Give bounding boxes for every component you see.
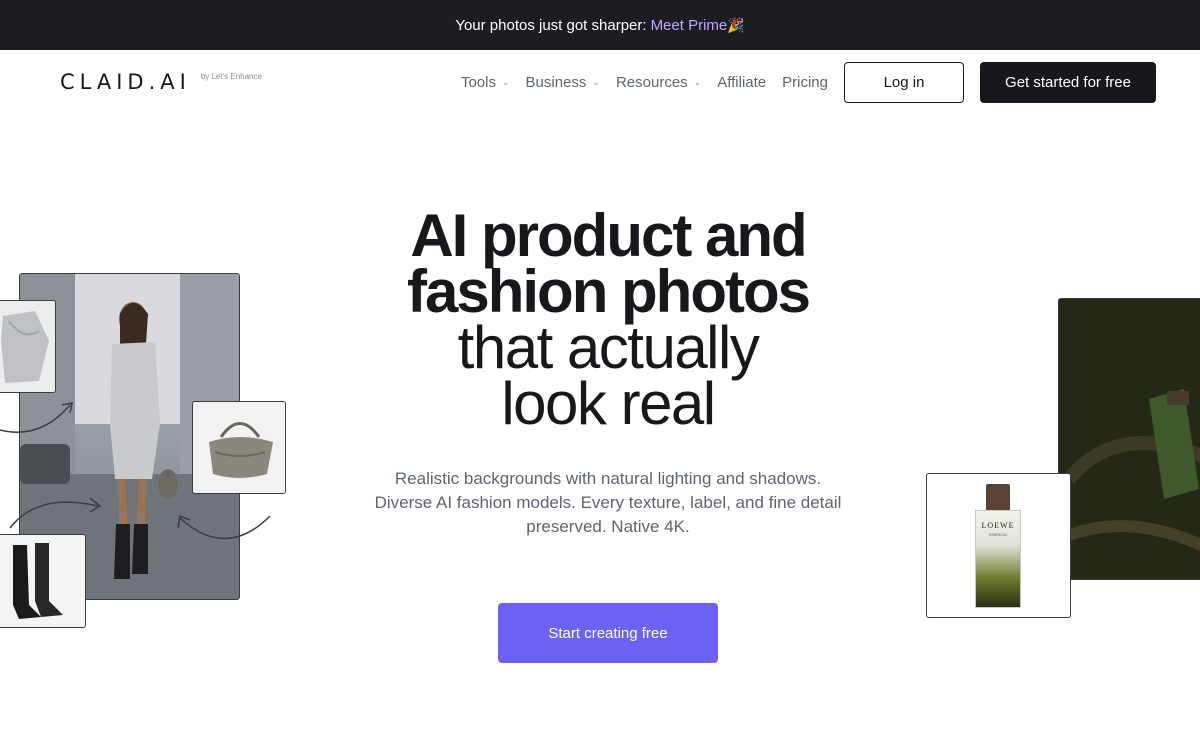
- hero-title: AI product and fashion photos that actua…: [340, 202, 876, 437]
- hero-subtitle: Realistic backgrounds with natural light…: [374, 469, 842, 536]
- chevron-down-icon: ⌄: [502, 76, 510, 87]
- logo-byline: by Let's Enhance: [200, 72, 262, 81]
- nav-item-tools[interactable]: Tools ⌄: [461, 74, 510, 91]
- announcement-text: Your photos just got sharper:: [455, 16, 647, 34]
- hero-title-line: look real: [501, 370, 716, 437]
- top-garment-thumbnail: [0, 300, 56, 393]
- nav-item-resources[interactable]: Resources ⌄: [616, 74, 701, 91]
- party-popper-icon: 🎉: [727, 16, 745, 33]
- start-creating-button[interactable]: Start creating free: [498, 603, 718, 663]
- meet-prime-link[interactable]: Meet Prime: [651, 17, 728, 34]
- chevron-down-icon: ⌄: [693, 76, 702, 87]
- get-started-button[interactable]: Get started for free: [980, 61, 1156, 103]
- logo[interactable]: CLAID.AI by Let's Enhance: [60, 70, 262, 94]
- arrow-icon: [0, 402, 73, 433]
- announcement-bar: Your photos just got sharper: Meet Prime…: [0, 0, 1200, 50]
- arrow-icon: [177, 514, 271, 540]
- logo-wordmark: CLAID.AI: [60, 70, 191, 94]
- bottle-body: LOEWE ESENCIA: [975, 510, 1021, 608]
- nav-item-label: Resources: [615, 73, 688, 91]
- arrow-icon: [9, 497, 102, 529]
- nav-item-business[interactable]: Business ⌄: [526, 74, 600, 91]
- bottle-cap: [986, 484, 1010, 512]
- hero-title-line: that actually: [457, 314, 760, 381]
- perfume-brand: LOEWE: [981, 521, 1015, 530]
- nav-item-label: Tools: [460, 73, 496, 91]
- nav-item-pricing[interactable]: Pricing: [782, 74, 828, 91]
- nav-item-label: Affiliate: [717, 73, 767, 91]
- hero-title-line: fashion photos: [407, 258, 811, 325]
- hero-title-line: AI product and: [410, 202, 807, 269]
- main-nav: Tools ⌄ Business ⌄ Resources ⌄ Affiliate…: [461, 61, 1156, 103]
- chevron-down-icon: ⌄: [592, 76, 600, 87]
- perfume-forest-photo: [1058, 298, 1200, 580]
- boots-thumbnail: [0, 534, 86, 628]
- perfume-line: ESENCIA: [989, 532, 1007, 537]
- handbag-thumbnail: [192, 401, 286, 494]
- nav-item-label: Pricing: [782, 73, 828, 91]
- nav-item-label: Business: [525, 73, 587, 91]
- nav-item-affiliate[interactable]: Affiliate: [717, 74, 766, 91]
- perfume-bottle-thumbnail: LOEWE ESENCIA: [926, 473, 1071, 618]
- login-button[interactable]: Log in: [844, 61, 964, 103]
